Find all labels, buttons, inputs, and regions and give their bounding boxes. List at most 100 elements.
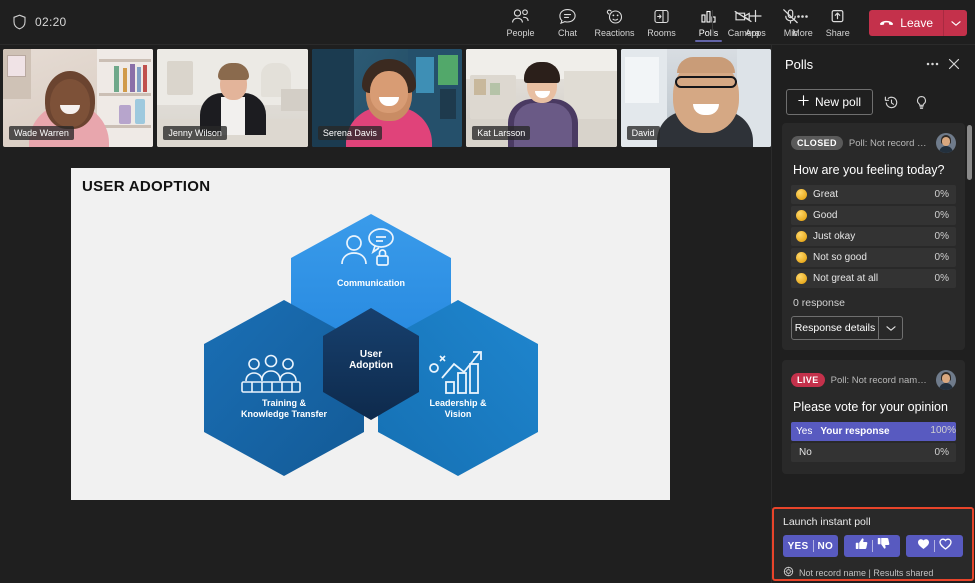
toolbar-mic-label: Mic bbox=[783, 28, 798, 38]
instant-poll-thumbs-button[interactable] bbox=[843, 535, 901, 557]
toolbar-chat-label: Chat bbox=[557, 28, 577, 38]
chat-icon bbox=[558, 7, 577, 26]
camera-off-icon bbox=[733, 7, 754, 26]
toolbar-share[interactable]: Share bbox=[814, 0, 861, 45]
poll-card-closed: CLOSED Poll: Not record name |... How ar… bbox=[782, 123, 965, 350]
video-tile[interactable]: David bbox=[620, 49, 772, 147]
poll-option-label: Yes bbox=[796, 426, 813, 437]
poll-question: How are you feeling today? bbox=[793, 163, 945, 177]
poll-option-percent: 0% bbox=[934, 189, 949, 200]
meeting-timer: 02:20 bbox=[35, 15, 67, 29]
avatar bbox=[936, 133, 956, 153]
poll-option-label: Just okay bbox=[813, 231, 856, 242]
toolbar-camera[interactable]: Camera bbox=[720, 0, 767, 45]
poll-option-label: Not great at all bbox=[813, 273, 879, 284]
people-icon bbox=[511, 7, 530, 26]
slide-title: USER ADOPTION bbox=[82, 178, 211, 195]
phone-hangup-icon bbox=[879, 16, 894, 30]
lightbulb-icon[interactable] bbox=[909, 90, 933, 114]
poll-response-count: 0 response bbox=[793, 297, 845, 309]
your-response-note: Your response bbox=[820, 426, 890, 437]
launch-instant-poll-panel: Launch instant poll YES NO Not record na… bbox=[772, 507, 974, 581]
instant-poll-footer-text: Not record name | Results shared bbox=[799, 568, 934, 578]
poll-option-label: No bbox=[799, 447, 812, 458]
response-details-button[interactable]: Response details bbox=[791, 316, 903, 340]
toolbar-divider bbox=[712, 9, 714, 36]
emoji-great-icon bbox=[796, 189, 807, 200]
leave-options-caret[interactable] bbox=[943, 9, 967, 36]
poll-question: Please vote for your opinion bbox=[793, 400, 948, 414]
instant-poll-hearts-button[interactable] bbox=[906, 535, 964, 557]
new-poll-button-label: New poll bbox=[815, 95, 862, 109]
polls-panel-title: Polls bbox=[785, 56, 814, 72]
history-rewind-icon[interactable] bbox=[879, 90, 903, 114]
toolbar-reactions[interactable]: Reactions bbox=[591, 0, 638, 45]
new-poll-button[interactable]: New poll bbox=[786, 89, 874, 115]
poll-option[interactable]: Great 0% bbox=[791, 185, 956, 204]
poll-meta: CLOSED Poll: Not record name |... bbox=[791, 132, 956, 154]
button-separator bbox=[812, 540, 814, 552]
button-separator bbox=[934, 540, 936, 552]
meeting-device-controls: Camera Mic Share Leave bbox=[705, 0, 967, 45]
leave-meeting-group[interactable]: Leave bbox=[869, 9, 967, 36]
instant-poll-yes-no-button[interactable]: YES NO bbox=[783, 535, 838, 557]
toolbar-chat[interactable]: Chat bbox=[544, 0, 591, 45]
shared-slide: USER ADOPTION Communication User Adoptio… bbox=[71, 168, 670, 500]
poll-option-percent: 0% bbox=[934, 210, 949, 221]
poll-option[interactable]: Not so good 0% bbox=[791, 248, 956, 267]
poll-option[interactable]: Just okay 0% bbox=[791, 227, 956, 246]
video-tile[interactable]: Jenny Wilson bbox=[157, 49, 308, 147]
video-tile[interactable]: Kat Larsson bbox=[466, 49, 617, 147]
polls-panel: Polls New poll CLOSED Poll: Not record n… bbox=[771, 45, 975, 583]
poll-option-label: Not so good bbox=[813, 252, 867, 263]
mic-off-icon bbox=[781, 7, 800, 26]
toolbar-people-label: People bbox=[506, 28, 535, 38]
button-separator bbox=[871, 540, 873, 552]
toolbar-mic[interactable]: Mic bbox=[767, 0, 814, 45]
video-tile[interactable]: Serena Davis bbox=[311, 49, 463, 147]
poll-option[interactable]: Good 0% bbox=[791, 206, 956, 225]
reactions-icon bbox=[605, 7, 624, 26]
status-badge: CLOSED bbox=[791, 136, 843, 150]
toolbar-camera-label: Camera bbox=[727, 28, 760, 38]
toolbar-share-label: Share bbox=[825, 28, 850, 38]
response-details-label: Response details bbox=[794, 322, 876, 334]
close-icon[interactable] bbox=[943, 53, 965, 75]
participant-name: Serena Davis bbox=[317, 126, 382, 140]
emoji-notgreat-icon bbox=[796, 273, 807, 284]
poll-option[interactable]: No 0% bbox=[791, 443, 956, 462]
toolbar-rooms[interactable]: Rooms bbox=[638, 0, 685, 45]
settings-gear-icon[interactable] bbox=[783, 564, 794, 582]
toolbar-people[interactable]: People bbox=[497, 0, 544, 45]
plus-icon bbox=[798, 95, 809, 109]
poll-option-selected[interactable]: Yes Your response bbox=[791, 422, 956, 441]
poll-meta: LIVE Poll: Not record name | Res... bbox=[791, 369, 956, 391]
avatar bbox=[936, 370, 956, 390]
chevron-down-icon[interactable] bbox=[878, 317, 902, 339]
instant-poll-footer: Not record name | Results shared bbox=[783, 564, 963, 582]
emoji-notsogood-icon bbox=[796, 252, 807, 263]
poll-option-label: Good bbox=[813, 210, 838, 221]
poll-option-percent: 0% bbox=[934, 447, 949, 458]
toolbar-reactions-label: Reactions bbox=[594, 28, 635, 38]
heart-filled-icon bbox=[917, 537, 930, 555]
instant-poll-yes-label: YES bbox=[787, 540, 809, 552]
poll-option-percent: 0% bbox=[934, 252, 949, 263]
video-tile[interactable]: Wade Warren bbox=[3, 49, 154, 147]
leave-button[interactable]: Leave bbox=[869, 10, 943, 36]
toolbar-rooms-label: Rooms bbox=[647, 28, 676, 38]
participant-name: David bbox=[626, 126, 660, 140]
poll-option-label: Great bbox=[813, 189, 839, 200]
more-ellipsis-icon[interactable] bbox=[921, 53, 943, 75]
poll-option[interactable]: Not great at all 0% bbox=[791, 269, 956, 288]
participant-video-strip: Wade Warren Jenny Wilson Serena Davis Ka… bbox=[3, 49, 772, 147]
emoji-okay-icon bbox=[796, 231, 807, 242]
heart-outline-icon bbox=[939, 537, 952, 555]
polls-scrollbar-thumb[interactable] bbox=[967, 125, 972, 180]
poll-option-percent: 0% bbox=[934, 273, 949, 284]
participant-name: Wade Warren bbox=[9, 126, 74, 140]
share-screen-icon bbox=[828, 7, 847, 26]
poll-source-text: Poll: Not record name | Res... bbox=[830, 374, 930, 386]
poll-option-percent: 0% bbox=[934, 231, 949, 242]
instant-poll-no-label: NO bbox=[817, 540, 834, 552]
